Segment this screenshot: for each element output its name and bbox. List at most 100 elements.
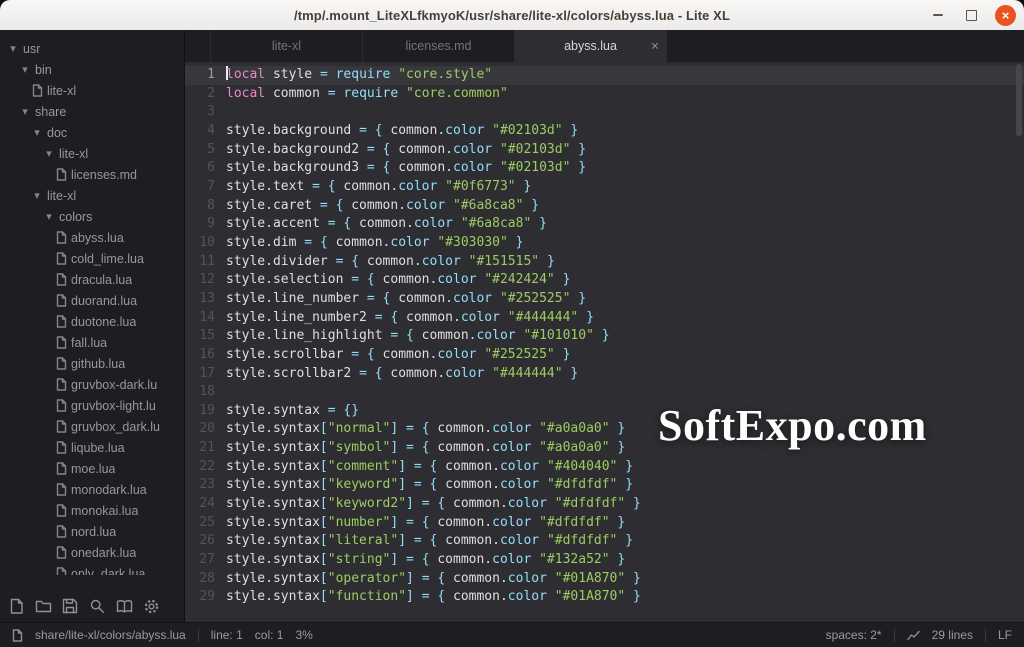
code-line[interactable]: 11style.divider = { common.color "#15151…	[185, 253, 1024, 272]
code-line[interactable]: 5style.background2 = { common.color "#02…	[185, 141, 1024, 160]
code-text: style.divider = { common.color "#151515"…	[226, 253, 555, 272]
tree-folder-usr[interactable]: ▾usr	[0, 38, 184, 59]
line-number: 7	[185, 178, 215, 197]
code-line[interactable]: 7 style.text = { common.color "#0f6773" }	[185, 178, 1024, 197]
tree-file-abyss.lua[interactable]: abyss.lua	[0, 227, 184, 248]
tree-file-moe.lua[interactable]: moe.lua	[0, 458, 184, 479]
book-icon[interactable]	[115, 597, 133, 615]
file-icon	[54, 525, 68, 538]
code-line[interactable]: 25style.syntax["number"] = { common.colo…	[185, 514, 1024, 533]
settings-gear-icon[interactable]	[142, 597, 160, 615]
tree-file-monodark.lua[interactable]: monodark.lua	[0, 479, 184, 500]
code-text: style.selection = { common.color "#24242…	[226, 271, 570, 290]
tree-file-onedark.lua[interactable]: onedark.lua	[0, 542, 184, 563]
tree-folder-share[interactable]: ▾share	[0, 101, 184, 122]
tree-file-gruvbox-light.lu[interactable]: gruvbox-light.lu	[0, 395, 184, 416]
code-line[interactable]: 23style.syntax["keyword"] = { common.col…	[185, 476, 1024, 495]
maximize-button[interactable]	[961, 5, 982, 26]
status-col[interactable]: col: 1	[255, 628, 284, 642]
code-line[interactable]: 1local style = require "core.style"	[185, 66, 1024, 85]
code-line[interactable]: 8style.caret = { common.color "#6a8ca8" …	[185, 197, 1024, 216]
status-line[interactable]: line: 1	[211, 628, 243, 642]
save-icon[interactable]	[61, 597, 79, 615]
tree-file-duorand.lua[interactable]: duorand.lua	[0, 290, 184, 311]
open-folder-icon[interactable]	[34, 597, 52, 615]
close-icon: ×	[1002, 9, 1010, 22]
maximize-icon	[966, 10, 977, 21]
tree-item-label: usr	[23, 42, 40, 56]
code-text: style.syntax["keyword"] = { common.color…	[226, 476, 633, 495]
code-line[interactable]: 4style.background = { common.color "#021…	[185, 122, 1024, 141]
code-line[interactable]: 16style.scrollbar = { common.color "#252…	[185, 346, 1024, 365]
code-text: style.syntax["normal"] = { common.color …	[226, 420, 625, 439]
code-line[interactable]: 3	[185, 103, 1024, 122]
code-line[interactable]: 6style.background3 = { common.color "#02…	[185, 159, 1024, 178]
code-line[interactable]: 17style.scrollbar2 = { common.color "#44…	[185, 365, 1024, 384]
code-editor[interactable]: 1local style = require "core.style"2loca…	[185, 62, 1024, 623]
minimize-button[interactable]	[927, 5, 948, 26]
code-line[interactable]: 27style.syntax["string"] = { common.colo…	[185, 551, 1024, 570]
tree-file-lite-xl[interactable]: lite-xl	[0, 80, 184, 101]
tab-licenses.md[interactable]: licenses.md	[363, 30, 515, 62]
code-line[interactable]: 2local common = require "core.common"	[185, 85, 1024, 104]
tree-file-gruvbox_dark.lu[interactable]: gruvbox_dark.lu	[0, 416, 184, 437]
tree-file-gruvbox-dark.lu[interactable]: gruvbox-dark.lu	[0, 374, 184, 395]
tree-item-label: duotone.lua	[71, 315, 136, 329]
code-line[interactable]: 9style.accent = { common.color "#6a8ca8"…	[185, 215, 1024, 234]
code-line[interactable]: 18	[185, 383, 1024, 402]
title-bar[interactable]: /tmp/.mount_LiteXLfkmyoK/usr/share/lite-…	[0, 0, 1024, 31]
tab-close-icon[interactable]: ×	[651, 39, 659, 53]
status-spaces[interactable]: spaces: 2*	[826, 628, 882, 642]
tree-file-duotone.lua[interactable]: duotone.lua	[0, 311, 184, 332]
status-divider	[894, 629, 895, 642]
tree-file-liqube.lua[interactable]: liqube.lua	[0, 437, 184, 458]
status-file-path[interactable]: share/lite-xl/colors/abyss.lua	[35, 628, 186, 642]
status-eol[interactable]: LF	[998, 628, 1012, 642]
tree-folder-colors[interactable]: ▾colors	[0, 206, 184, 227]
tree-folder-lite-xl[interactable]: ▾lite-xl	[0, 185, 184, 206]
code-text: style.syntax["symbol"] = { common.color …	[226, 439, 625, 458]
tree-file-github.lua[interactable]: github.lua	[0, 353, 184, 374]
status-percent[interactable]: 3%	[295, 628, 312, 642]
code-text: style.syntax["comment"] = { common.color…	[226, 458, 633, 477]
tree-file-monokai.lua[interactable]: monokai.lua	[0, 500, 184, 521]
tree-item-label: share	[35, 105, 66, 119]
tree-file-fall.lua[interactable]: fall.lua	[0, 332, 184, 353]
tree-file-licenses.md[interactable]: licenses.md	[0, 164, 184, 185]
code-line[interactable]: 14style.line_number2 = { common.color "#…	[185, 309, 1024, 328]
code-line[interactable]: 29style.syntax["function"] = { common.co…	[185, 588, 1024, 607]
code-text: style.text = { common.color "#0f6773" }	[226, 178, 531, 197]
search-icon[interactable]	[88, 597, 106, 615]
tree-item-label: fall.lua	[71, 336, 107, 350]
code-line[interactable]: 10style.dim = { common.color "#303030" }	[185, 234, 1024, 253]
close-button[interactable]: ×	[995, 5, 1016, 26]
code-line[interactable]: 12style.selection = { common.color "#242…	[185, 271, 1024, 290]
tab-abyss.lua[interactable]: abyss.lua×	[515, 30, 667, 62]
tree-item-label: monodark.lua	[71, 483, 147, 497]
scrollbar-thumb[interactable]	[1016, 64, 1022, 136]
file-icon	[54, 378, 68, 391]
new-file-icon[interactable]	[7, 597, 25, 615]
folder-expanded-icon: ▾	[30, 126, 44, 139]
code-line[interactable]: 13style.line_number = { common.color "#2…	[185, 290, 1024, 309]
graph-icon	[907, 630, 920, 641]
tree-folder-doc[interactable]: ▾doc	[0, 122, 184, 143]
tree-file-dracula.lua[interactable]: dracula.lua	[0, 269, 184, 290]
tree-file-only_dark.lua[interactable]: only_dark.lua	[0, 563, 184, 575]
code-line[interactable]: 26style.syntax["literal"] = { common.col…	[185, 532, 1024, 551]
file-icon	[54, 273, 68, 286]
code-line[interactable]: 15style.line_highlight = { common.color …	[185, 327, 1024, 346]
code-line[interactable]: 28style.syntax["operator"] = { common.co…	[185, 570, 1024, 589]
status-lines-count[interactable]: 29 lines	[932, 628, 973, 642]
tree-file-cold_lime.lua[interactable]: cold_lime.lua	[0, 248, 184, 269]
file-icon	[54, 357, 68, 370]
tree-folder-lite-xl[interactable]: ▾lite-xl	[0, 143, 184, 164]
minimize-icon	[933, 14, 943, 16]
status-divider	[985, 629, 986, 642]
code-line[interactable]: 22style.syntax["comment"] = { common.col…	[185, 458, 1024, 477]
tab-lite-xl[interactable]: lite-xl	[210, 30, 363, 62]
tree-folder-bin[interactable]: ▾bin	[0, 59, 184, 80]
code-text: style.dim = { common.color "#303030" }	[226, 234, 523, 253]
code-line[interactable]: 24style.syntax["keyword2"] = { common.co…	[185, 495, 1024, 514]
tree-file-nord.lua[interactable]: nord.lua	[0, 521, 184, 542]
